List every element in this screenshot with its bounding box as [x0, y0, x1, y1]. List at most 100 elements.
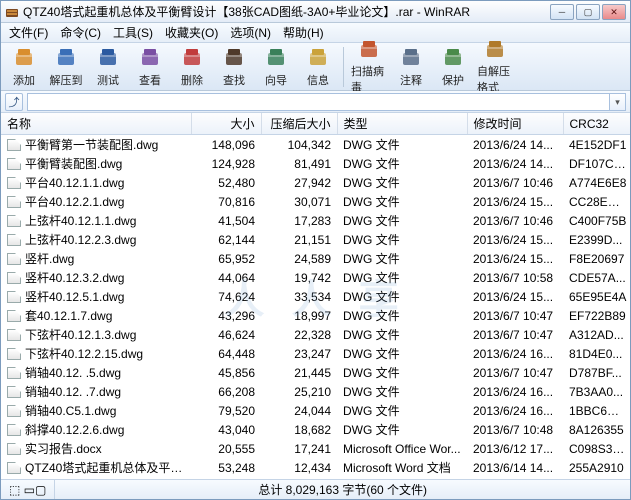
tool-扫描病毒[interactable]: 扫描病毒	[350, 45, 388, 89]
cell-type: DWG 文件	[337, 230, 467, 249]
cell-type: DWG 文件	[337, 363, 467, 382]
cell-mtime: 2013/6/24 15...	[467, 287, 563, 306]
cell-type: DWG 文件	[337, 306, 467, 325]
tool-信息[interactable]: 信息	[299, 45, 337, 89]
cell-type: DWG 文件	[337, 268, 467, 287]
table-row[interactable]: 平衡臂第一节装配图.dwg148,096104,342DWG 文件2013/6/…	[1, 135, 630, 155]
menu-item[interactable]: 工具(S)	[109, 22, 157, 43]
table-row[interactable]: 实习报告.docx20,55517,241Microsoft Office Wo…	[1, 439, 630, 458]
cell-packed: 21,151	[261, 230, 337, 249]
tool-注释[interactable]: 注释	[392, 45, 430, 89]
table-row[interactable]: 竖杆.dwg65,95224,589DWG 文件2013/6/24 15...F…	[1, 249, 630, 268]
table-row[interactable]: 平台40.12.1.1.dwg52,48027,942DWG 文件2013/6/…	[1, 173, 630, 192]
cell-type: DWG 文件	[337, 211, 467, 230]
menu-item[interactable]: 选项(N)	[226, 22, 275, 43]
cell-packed: 25,210	[261, 382, 337, 401]
col-crc[interactable]: CRC32	[563, 113, 630, 135]
tool-label: 删除	[181, 72, 203, 88]
maximize-button[interactable]: ▢	[576, 4, 600, 20]
cell-name: QTZ40塔式起重机总体及平衡臂设计开题报告.doc	[1, 458, 191, 477]
tool-查看[interactable]: 查看	[131, 45, 169, 89]
cell-packed: 19,742	[261, 268, 337, 287]
cell-type: DWG 文件	[337, 249, 467, 268]
table-row[interactable]: 斜撑40.12.2.6.dwg43,04018,682DWG 文件2013/6/…	[1, 420, 630, 439]
tool-label: 自解压格式	[477, 63, 513, 95]
tool-向导[interactable]: 向导	[257, 45, 295, 89]
tool-查找[interactable]: 查找	[215, 45, 253, 89]
tool-解压到[interactable]: 解压到	[47, 45, 85, 89]
tool-label: 信息	[307, 72, 329, 88]
cell-packed: 24,044	[261, 401, 337, 420]
cell-mtime: 2013/6/7 10:46	[467, 173, 563, 192]
file-icon	[7, 253, 21, 265]
cell-mtime: 2013/6/7 10:58	[467, 268, 563, 287]
up-button[interactable]: ⤴	[5, 93, 23, 111]
table-row[interactable]: QTZ40塔式起重机总体及平衡臂设计说明书.doc4,362,7521,612,…	[1, 477, 630, 479]
cell-name: QTZ40塔式起重机总体及平衡臂设计说明书.doc	[1, 477, 191, 479]
table-row[interactable]: 销轴40.C5.1.dwg79,52024,044DWG 文件2013/6/24…	[1, 401, 630, 420]
cell-name: 平台40.12.1.1.dwg	[1, 173, 191, 192]
titlebar: QTZ40塔式起重机总体及平衡臂设计【38张CAD图纸-3A0+毕业论文】.ra…	[1, 1, 630, 23]
tool-label: 解压到	[50, 72, 83, 88]
close-button[interactable]: ✕	[602, 4, 626, 20]
table-row[interactable]: 销轴40.12. .7.dwg66,20825,210DWG 文件2013/6/…	[1, 382, 630, 401]
tool-保护[interactable]: 保护	[434, 45, 472, 89]
path-dropdown[interactable]: ▾	[610, 93, 626, 111]
tool-测试[interactable]: 测试	[89, 45, 127, 89]
col-packed[interactable]: 压缩后大小	[261, 113, 337, 135]
file-icon	[7, 158, 21, 170]
tool-icon	[264, 46, 288, 70]
tool-icon	[180, 46, 204, 70]
file-icon	[7, 367, 21, 379]
file-icon	[7, 215, 21, 227]
cell-packed: 24,589	[261, 249, 337, 268]
table-row[interactable]: 上弦杆40.12.1.1.dwg41,50417,283DWG 文件2013/6…	[1, 211, 630, 230]
cell-packed: 17,241	[261, 439, 337, 458]
table-row[interactable]: QTZ40塔式起重机总体及平衡臂设计开题报告.doc53,24812,434Mi…	[1, 458, 630, 477]
cell-packed: 23,247	[261, 344, 337, 363]
tool-添加[interactable]: 添加	[5, 45, 43, 89]
app-icon	[5, 5, 19, 19]
menu-item[interactable]: 帮助(H)	[279, 22, 328, 43]
window-title: QTZ40塔式起重机总体及平衡臂设计【38张CAD图纸-3A0+毕业论文】.ra…	[23, 3, 548, 20]
table-row[interactable]: 下弦杆40.12.1.3.dwg46,62422,328DWG 文件2013/6…	[1, 325, 630, 344]
cell-size: 124,928	[191, 154, 261, 173]
cell-crc: A774E6E8	[563, 173, 630, 192]
table-row[interactable]: 平衡臂装配图.dwg124,92881,491DWG 文件2013/6/24 1…	[1, 154, 630, 173]
col-name[interactable]: 名称	[1, 113, 191, 135]
col-type[interactable]: 类型	[337, 113, 467, 135]
cell-type: Microsoft Office Wor...	[337, 439, 467, 458]
cell-packed: 12,434	[261, 458, 337, 477]
cell-crc: 1BBC6E77	[563, 401, 630, 420]
file-icon	[7, 386, 21, 398]
tool-自解压格式[interactable]: 自解压格式	[476, 45, 514, 89]
table-row[interactable]: 套40.12.1.7.dwg43,29618,997DWG 文件2013/6/7…	[1, 306, 630, 325]
cell-mtime: 2013/6/24 15...	[467, 249, 563, 268]
cell-packed: 18,997	[261, 306, 337, 325]
cell-type: DWG 文件	[337, 287, 467, 306]
table-row[interactable]: 销轴40.12. .5.dwg45,85621,445DWG 文件2013/6/…	[1, 363, 630, 382]
minimize-button[interactable]: ─	[550, 4, 574, 20]
path-input[interactable]	[27, 93, 610, 111]
cell-packed: 104,342	[261, 135, 337, 155]
file-icon	[7, 329, 21, 341]
menu-item[interactable]: 文件(F)	[5, 22, 52, 43]
table-row[interactable]: 竖杆40.12.5.1.dwg74,62433,534DWG 文件2013/6/…	[1, 287, 630, 306]
table-row[interactable]: 上弦杆40.12.2.3.dwg62,14421,151DWG 文件2013/6…	[1, 230, 630, 249]
col-size[interactable]: 大小	[191, 113, 261, 135]
file-list[interactable]: 名称 大小 压缩后大小 类型 修改时间 CRC32 平衡臂第一节装配图.dwg1…	[1, 113, 630, 479]
cell-crc: D787BF...	[563, 363, 630, 382]
cell-type: DWG 文件	[337, 401, 467, 420]
col-mtime[interactable]: 修改时间	[467, 113, 563, 135]
menu-item[interactable]: 收藏夹(O)	[161, 22, 222, 43]
cell-packed: 27,942	[261, 173, 337, 192]
toolbar: 添加解压到测试查看删除查找向导信息 扫描病毒注释保护自解压格式	[1, 43, 630, 91]
file-icon	[7, 348, 21, 360]
table-row[interactable]: 下弦杆40.12.2.15.dwg64,44823,247DWG 文件2013/…	[1, 344, 630, 363]
table-row[interactable]: 平台40.12.2.1.dwg70,81630,071DWG 文件2013/6/…	[1, 192, 630, 211]
cell-mtime: 2013/6/24 16...	[467, 344, 563, 363]
table-row[interactable]: 竖杆40.12.3.2.dwg44,06419,742DWG 文件2013/6/…	[1, 268, 630, 287]
tool-删除[interactable]: 删除	[173, 45, 211, 89]
menu-item[interactable]: 命令(C)	[56, 22, 105, 43]
tool-icon	[138, 46, 162, 70]
